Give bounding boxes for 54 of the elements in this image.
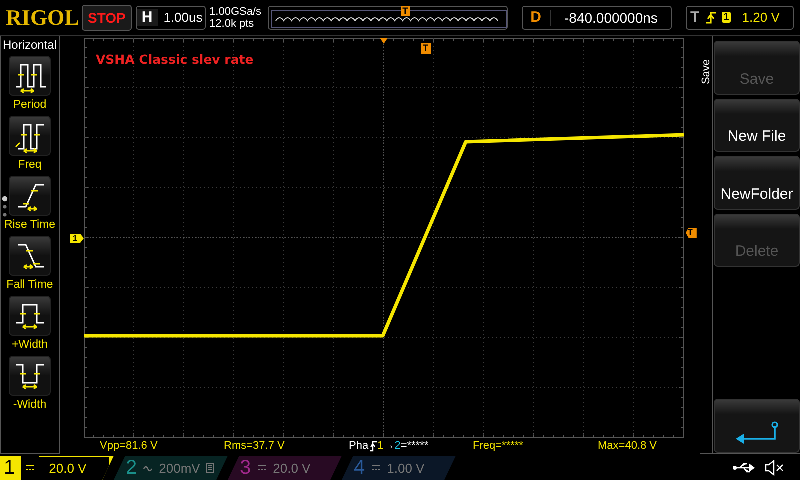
overview-wave-icon — [270, 10, 507, 28]
measurement-reading: Rms=37.7 V — [224, 440, 285, 452]
menu-title: Save — [700, 59, 713, 85]
measure-label: -Width — [13, 399, 47, 411]
measurement-value: 1→2=***** — [378, 440, 429, 452]
back-button[interactable] — [714, 399, 800, 453]
timebase-box[interactable]: H 1.00us — [136, 6, 206, 30]
measurement-reading: Max=40.8 V — [598, 440, 658, 452]
channel-tab[interactable]: 3 20.0 V — [228, 456, 342, 480]
measure-label: Period — [13, 99, 47, 111]
page-dots-icon — [2, 196, 8, 218]
run-state-badge[interactable]: STOP — [82, 4, 132, 30]
delay-label: D — [530, 9, 542, 26]
annotation-label: VSHA Classic slev rate — [96, 52, 254, 67]
channel-tab[interactable]: 4 1.00 V — [342, 456, 456, 480]
channel-tab[interactable]: 2 200mV — [114, 456, 228, 480]
delay-value: -840.000000ns — [550, 10, 658, 26]
measure-label: +Width — [12, 339, 48, 351]
sample-rate: 1.00GSa/s — [210, 6, 263, 18]
trigger-box[interactable]: T 1 1.20 V — [686, 6, 794, 30]
measure-label: Freq — [18, 159, 42, 171]
trigger-source-badge: 1 — [722, 12, 732, 23]
measure-button[interactable] — [9, 176, 51, 216]
channel-tab[interactable]: 1 20.0 V — [0, 456, 114, 480]
bandwidth-limit-icon — [206, 463, 214, 473]
trigger-position-marker: T — [421, 43, 430, 54]
memory-depth: 12.0k pts — [210, 18, 256, 30]
delay-box[interactable]: D -840.000000ns — [522, 6, 672, 30]
measurement-reading: Vpp=81.6 V — [100, 440, 158, 452]
trigger-level-marker: T — [686, 228, 697, 238]
measure-button[interactable] — [9, 356, 51, 396]
timebase-label: H — [136, 9, 158, 26]
timebase-value: 1.00us — [162, 10, 203, 25]
mute-icon — [764, 460, 784, 476]
measure-button[interactable] — [9, 56, 51, 96]
measure-button[interactable] — [9, 296, 51, 336]
channel-marker: 1 — [70, 234, 84, 243]
measurement-label: Pha — [349, 440, 369, 452]
rising-edge-icon — [370, 440, 377, 452]
rising-edge-icon — [704, 10, 717, 26]
measure-button[interactable] — [9, 236, 51, 276]
brand-logo: RIGOL — [6, 4, 78, 30]
measure-label: Rise Time — [4, 219, 56, 231]
measurement-reading: Freq=***** — [473, 440, 524, 452]
trigger-level: 1.20 V — [742, 10, 780, 25]
menu-button[interactable]: NewFolder — [714, 156, 800, 210]
measure-label: Fall Time — [6, 279, 54, 291]
menu-button[interactable]: New File — [714, 98, 800, 152]
trigger-position-marker: T — [400, 6, 410, 16]
measure-button[interactable] — [9, 116, 51, 156]
menu-title: Horizontal — [2, 37, 58, 54]
trigger-label: T — [690, 9, 700, 26]
trigger-arrow-icon — [380, 38, 388, 44]
return-arrow-icon — [734, 420, 780, 446]
